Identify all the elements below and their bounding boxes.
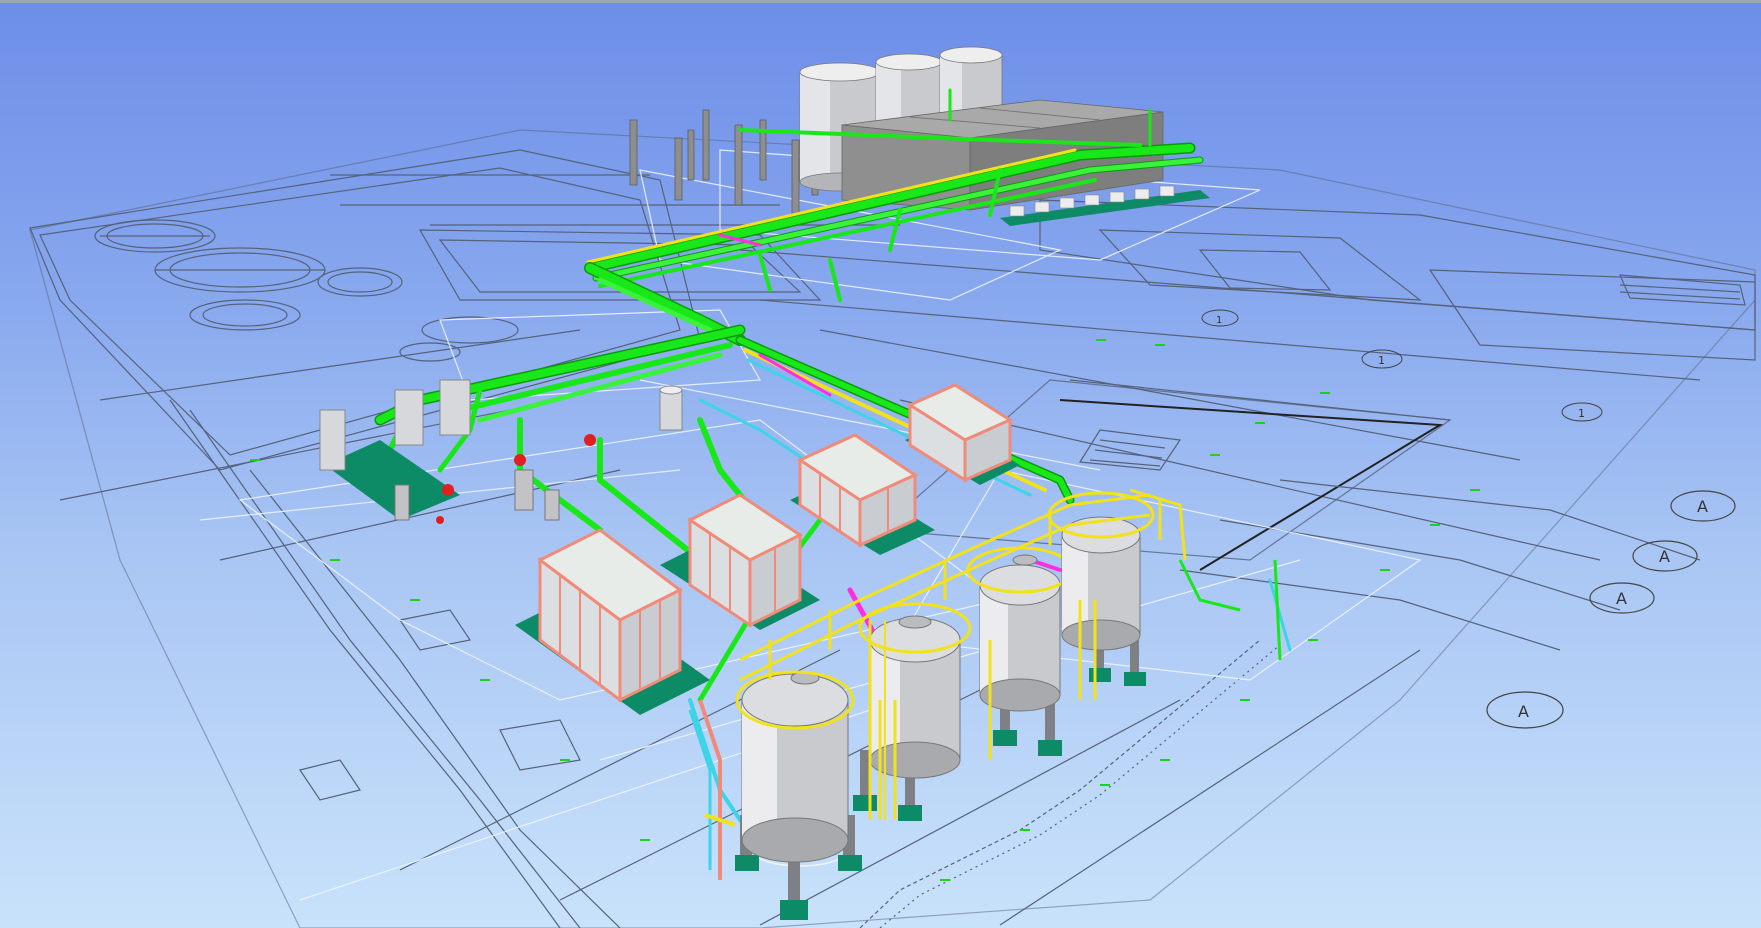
plant-3d-scene[interactable]: A A A A 1 1 1 (0, 0, 1761, 928)
membrane-frame-skid-2 (660, 493, 820, 630)
svg-text:A: A (1616, 589, 1627, 608)
pressure-vessel-3 (966, 546, 1074, 756)
3d-model-viewport[interactable]: A A A A 1 1 1 (0, 0, 1761, 928)
grid-bubble-a-3: A (1589, 582, 1655, 614)
membrane-frame-skid-4 (905, 383, 1020, 485)
svg-text:1: 1 (1578, 407, 1585, 420)
svg-text:A: A (1659, 547, 1670, 566)
svg-text:1: 1 (1216, 315, 1222, 326)
membrane-frame-skid-3 (790, 433, 935, 555)
svg-text:A: A (1518, 702, 1529, 721)
grid-bubble-a-1: A (1670, 490, 1736, 522)
grid-bubble-1-b: 1 (1561, 402, 1603, 422)
structural-columns (629, 109, 819, 216)
pressure-vessel-1 (735, 670, 862, 920)
svg-text:1: 1 (1378, 354, 1385, 367)
grid-bubble-a-4: A (1486, 691, 1564, 729)
grid-bubble-1-c: 1 (1201, 309, 1239, 327)
svg-text:A: A (1697, 497, 1708, 516)
pressure-vessel-2 (853, 602, 972, 821)
